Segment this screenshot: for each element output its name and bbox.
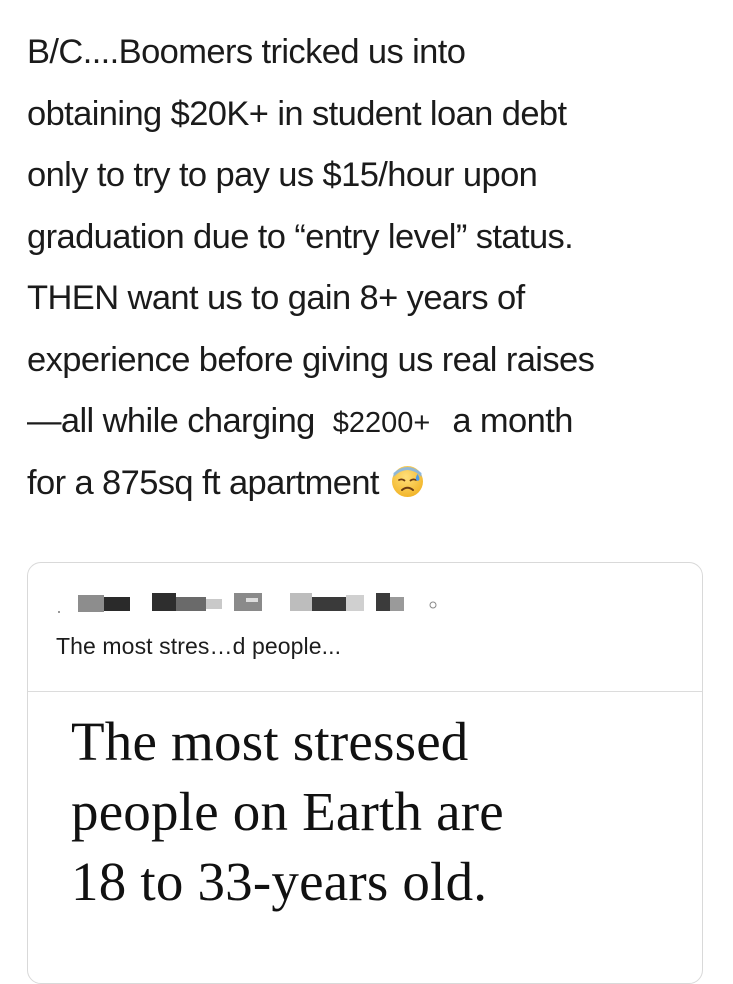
post-line-6: experience before giving us real raises [27, 340, 595, 379]
card-headline-snippet[interactable]: The most stres…d people... [56, 633, 341, 660]
post-line-4: graduation due to “entry level” status. [27, 217, 574, 256]
post-line-7-start: —all while charging [27, 402, 315, 440]
post-line-7-end: a month [452, 402, 573, 440]
anxious-face-with-sweat-icon [391, 465, 424, 498]
image-headline-line-1: The most stressed [71, 711, 469, 772]
card-header[interactable]: The most stres…d people... [28, 563, 702, 692]
redacted-source-name [58, 589, 478, 619]
link-preview-card[interactable]: The most stres…d people... The most stre… [27, 562, 703, 984]
image-headline-line-3: 18 to 33-years old. [71, 851, 488, 912]
post-line-7: —all while charging $2200+ a month [27, 391, 717, 453]
post-line-5: THEN want us to gain 8+ years of [27, 279, 525, 317]
post-text: B/C....Boomers tricked us into obtaining… [27, 22, 717, 514]
post-line-2: obtaining $20K+ in student loan debt [27, 94, 567, 133]
post-line-1: B/C....Boomers tricked us into [27, 33, 466, 71]
post-line-8-text: for a 875sq ft apartment [27, 463, 380, 502]
image-headline-line-2: people on Earth are [71, 781, 504, 842]
rent-price: $2200+ [332, 407, 431, 439]
post-line-3: only to try to pay us $15/hour upon [27, 156, 538, 194]
post-line-8: for a 875sq ft apartment [27, 453, 717, 515]
